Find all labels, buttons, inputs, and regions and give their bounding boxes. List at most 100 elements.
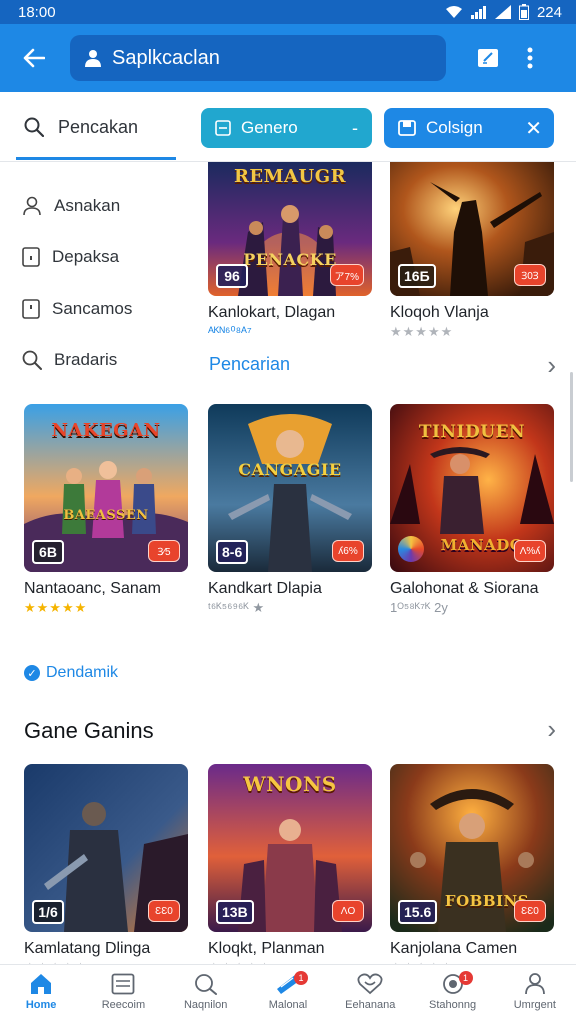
game-title: Kloqoh Vlanja	[390, 304, 489, 321]
bookmark-icon	[22, 299, 40, 319]
sidebar-item-sancamos[interactable]: Sancamos	[22, 299, 132, 319]
game-title: Kanjolana Camen	[390, 940, 518, 957]
search-tab[interactable]: Pencakan	[16, 92, 176, 162]
battery-icon	[518, 4, 529, 20]
game-thumbnail[interactable]: 16Б Ɜ0Ɜ	[390, 162, 554, 296]
heart-chat-icon	[357, 973, 383, 995]
game-title: Kamlatang Dlinga	[24, 940, 151, 957]
game-card[interactable]: TINIDUEN MANADO Ʌ%ʎ Galohonat & Siorana …	[390, 404, 554, 615]
age-rating-badge: 96	[216, 264, 248, 288]
game-card[interactable]: WNONS 13B ɅO Kloqkt, Planman ★★★★★	[208, 764, 372, 976]
game-card[interactable]: 1/6 ƐƐ0 Kamlatang Dlinga ★★★★★	[24, 764, 188, 976]
game-logo	[398, 536, 424, 562]
more-vertical-icon	[527, 47, 533, 69]
app-title: Saplkcaclan	[112, 46, 220, 69]
sidebar-item-label: Bradaris	[54, 350, 118, 369]
more-options-button[interactable]	[518, 38, 542, 78]
user-outline-icon	[23, 196, 41, 216]
age-rating-badge: 6B	[32, 540, 64, 564]
verified-label[interactable]: ✓ Dendamik	[24, 664, 118, 682]
discount-badge: ƐƐ0	[514, 900, 546, 922]
discount-badge: Ɜ0Ɜ	[514, 264, 546, 286]
check-icon: ✓	[24, 665, 40, 681]
status-bar: 18:00 224	[0, 0, 576, 24]
game-meta: 1ᴼ⁵⁸ᴷ⁷ᴷ 2y	[390, 600, 448, 615]
discount-badge: ʎ6%	[332, 540, 364, 562]
notification-badge: 1	[458, 971, 473, 985]
edit-icon	[478, 49, 498, 67]
nav-search[interactable]: Naqnilon	[165, 965, 247, 1024]
nav-label: Eehanana	[345, 999, 396, 1011]
art-title: NAKEGAN	[51, 420, 161, 441]
sidebar-item-bradaris[interactable]: Bradaris	[22, 350, 117, 370]
game-title: Nantaoanc, Sanam	[24, 580, 161, 597]
art-subtitle: BAEASSEN	[63, 508, 149, 523]
design-filter-chip[interactable]: Colsign ✕	[384, 108, 554, 148]
game-thumbnail[interactable]: NAKEGAN BAEASSEN 6B Ɜ⁄5	[24, 404, 188, 572]
discount-badge: ɅO	[332, 900, 364, 922]
game-thumbnail[interactable]: 1/6 ƐƐ0	[24, 764, 188, 932]
chevron-right-icon[interactable]: ›	[547, 716, 556, 742]
search-tab-label: Pencakan	[58, 116, 139, 137]
battery-level: 224	[536, 3, 562, 21]
age-rating-badge: 8-6	[216, 540, 249, 564]
list-icon	[215, 120, 231, 136]
profile-icon	[524, 973, 545, 995]
game-card[interactable]: FOBBINS 15.6 ƐƐ0 Kanjolana Camen ★★★★★	[390, 764, 554, 976]
filter-row: Pencakan Genero - Colsign ✕	[0, 92, 576, 162]
art-title: WNONS	[243, 772, 337, 796]
discount-badge: Ɜ⁄5	[148, 540, 180, 562]
nav-label: Stahonng	[428, 999, 477, 1011]
age-rating-badge: 13B	[216, 900, 254, 924]
game-card[interactable]: 16Б Ɜ0Ɜ Kloqoh Vlanja ★★★★★	[390, 162, 554, 340]
nav-tickets[interactable]: 1 Malonal	[247, 965, 329, 1024]
game-title: Galohonat & Siorana	[390, 580, 539, 597]
bookmark-icon	[22, 247, 40, 267]
nav-label: Home	[25, 999, 57, 1011]
search-icon	[194, 974, 217, 995]
scrollbar[interactable]	[570, 372, 573, 482]
discount-badge: Ʌ%ʎ	[514, 540, 546, 562]
close-icon[interactable]: ✕	[525, 116, 542, 141]
game-title: Kandkart Dlapia	[208, 580, 322, 597]
chevron-right-icon[interactable]: ›	[547, 352, 556, 378]
game-thumbnail[interactable]: FOBBINS 15.6 ƐƐ0	[390, 764, 554, 932]
art-title: REMAUGR	[233, 166, 347, 187]
rating-stars: ★★★★★	[24, 600, 88, 615]
back-button[interactable]	[14, 38, 54, 78]
art-title: TINIDUEN	[418, 422, 526, 442]
genre-filter-chip[interactable]: Genero -	[201, 108, 372, 148]
sidebar-item-label: Depaksa	[52, 247, 120, 266]
image-box-icon	[398, 120, 416, 136]
section-link-search[interactable]: Pencarian	[209, 354, 290, 375]
arrow-left-icon	[23, 48, 45, 68]
cell-signal-icon	[494, 5, 511, 19]
verified-text: Dendamik	[46, 664, 119, 681]
discount-badge: ア7%	[329, 264, 364, 286]
sidebar-item-label: Asnakan	[54, 196, 121, 215]
sidebar-item-depaksa[interactable]: Depaksa	[22, 247, 119, 267]
art-title: CANGAGIE	[238, 460, 342, 479]
game-thumbnail[interactable]: CANGAGIE 8-6 ʎ6%	[208, 404, 372, 572]
user-icon	[84, 49, 102, 67]
game-thumbnail[interactable]: WNONS 13B ɅO	[208, 764, 372, 932]
game-card[interactable]: CANGAGIE 8-6 ʎ6% Kandkart Dlapia ᵗ⁶ᴷ⁵⁶⁹⁶…	[208, 404, 372, 616]
app-bar: Saplkcaclan	[0, 24, 576, 92]
nav-home[interactable]: Home	[0, 965, 82, 1024]
nav-notifications[interactable]: 1 Stahonng	[411, 965, 493, 1024]
sidebar-item-asnakan[interactable]: Asnakan	[22, 196, 120, 216]
game-thumbnail[interactable]: TINIDUEN MANADO Ʌ%ʎ	[390, 404, 554, 572]
search-icon	[22, 350, 42, 370]
edit-button[interactable]	[468, 38, 508, 78]
inbox-icon	[112, 973, 135, 995]
status-time: 18:00	[18, 3, 56, 21]
game-thumbnail[interactable]: REMAUGR PENACKE 96 ア7%	[208, 162, 372, 296]
title-field[interactable]: Saplkcaclan	[70, 35, 446, 81]
wifi-icon	[445, 6, 462, 18]
bottom-navigation: Home Reecoim Naqnilon 1 Malonal Eehanana…	[0, 964, 576, 1024]
nav-profile[interactable]: Umrgent	[494, 965, 576, 1024]
nav-favorites[interactable]: Eehanana	[329, 965, 411, 1024]
game-card[interactable]: NAKEGAN BAEASSEN 6B Ɜ⁄5 Nantaoanc, Sanam…	[24, 404, 188, 616]
game-card[interactable]: REMAUGR PENACKE 96 ア7% Kanlokart, Dlagan…	[208, 162, 372, 340]
nav-recent[interactable]: Reecoim	[82, 965, 164, 1024]
